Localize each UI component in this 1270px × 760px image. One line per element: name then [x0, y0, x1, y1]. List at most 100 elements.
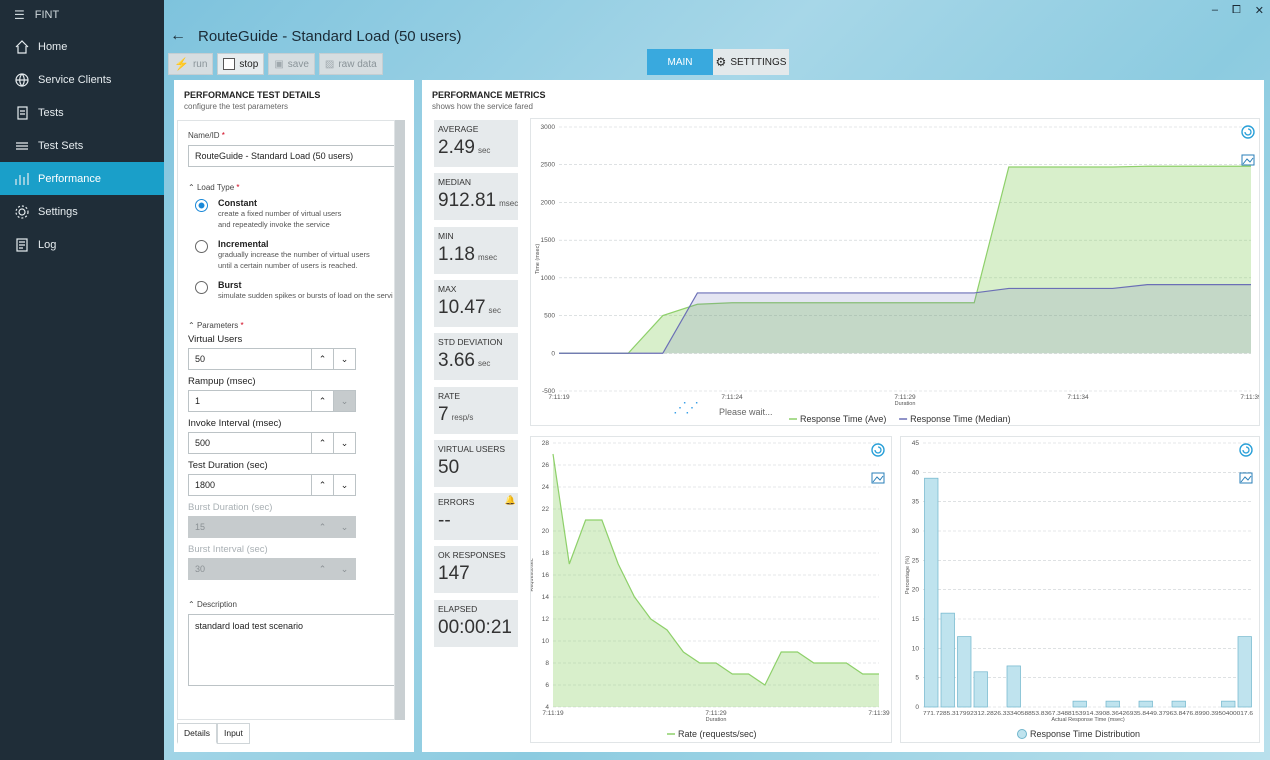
- y-tick-label: 14: [542, 594, 550, 601]
- chevron-up-icon[interactable]: ⌃: [312, 474, 334, 496]
- histogram-bar: [1138, 700, 1153, 708]
- histogram-bar: [1072, 700, 1087, 708]
- back-arrow-icon[interactable]: ←: [170, 27, 186, 45]
- chevron-down-icon[interactable]: ⌄: [334, 474, 356, 496]
- sidebar-item-label: Performance: [38, 172, 101, 185]
- sidebar-item-log[interactable]: Log: [0, 228, 164, 261]
- y-axis-label: Time (msec): [535, 244, 541, 275]
- save-button[interactable]: ▣ save: [268, 53, 315, 75]
- save-icon: ▣: [274, 58, 284, 70]
- minimize-icon[interactable]: –: [1212, 4, 1218, 17]
- run-button[interactable]: ⚡ run: [168, 53, 214, 75]
- distribution-chart-svg: 051015202530354045771.7285.317992312.282…: [905, 440, 1253, 739]
- stat-label: AVERAGE: [438, 124, 479, 134]
- burst-radio[interactable]: [195, 281, 208, 294]
- rampup-stepper[interactable]: 1 ⌃ ⌄: [188, 390, 394, 412]
- tab-settings-label: SETTTINGS: [730, 56, 787, 68]
- y-tick-label: 40: [912, 469, 920, 476]
- stat-label: MEDIAN: [438, 177, 472, 188]
- hamburger-menu-icon[interactable]: ☰: [14, 8, 25, 22]
- chevron-down-icon[interactable]: ⌄: [334, 432, 356, 454]
- x-tick-label: 7:11:19: [542, 710, 564, 717]
- y-tick-label: 10: [912, 645, 920, 652]
- stop-button[interactable]: stop: [217, 53, 265, 75]
- test-duration-input[interactable]: 1800: [188, 474, 312, 496]
- virtual-users-input[interactable]: 50: [188, 348, 312, 370]
- stat-label: ERRORS: [438, 497, 475, 508]
- refresh-icon[interactable]: [1239, 443, 1253, 457]
- maximize-icon[interactable]: ⧠: [1232, 4, 1241, 17]
- distribution-chart: 0 5 10 15 20 25 30 35 40 45 771.7285.317992312.282…: [900, 436, 1260, 743]
- stop-checkbox[interactable]: [223, 58, 236, 70]
- sidebar-item-performance[interactable]: Performance: [0, 162, 164, 195]
- raw-data-button[interactable]: ▨ raw data: [318, 53, 383, 75]
- loading-spinner-icon: ⋰⋰: [673, 399, 699, 415]
- stat-card-median: MEDIAN 912.81 msec: [434, 173, 519, 221]
- sidebar-item-home[interactable]: Home: [0, 30, 164, 63]
- description-textarea[interactable]: standard load test scenario: [188, 614, 394, 686]
- chevron-up-icon[interactable]: ⌃: [312, 348, 334, 370]
- tab-input[interactable]: Input: [216, 723, 250, 744]
- stat-card-ok-responses: OK RESPONSES 147: [434, 546, 518, 594]
- tab-settings[interactable]: ⚙ SETTTINGS: [713, 49, 789, 75]
- x-tick-label: 7:11:34: [1067, 394, 1089, 401]
- sidebar-item-tests[interactable]: Tests: [0, 96, 164, 129]
- chevron-down-icon[interactable]: ⌄: [334, 390, 356, 412]
- load-type-constant[interactable]: Constant create a fixed number of virtua…: [195, 198, 394, 230]
- stat-card-virtual-users: VIRTUAL USERS 50: [434, 439, 518, 487]
- parameters-header[interactable]: ⌃ Parameters *: [188, 321, 394, 330]
- response-time-chart-svg: -5000500100015002000250030007:11:19 7:11:…: [535, 124, 1262, 424]
- incremental-radio[interactable]: [195, 240, 208, 253]
- load-type-header[interactable]: ⌃ Load Type *: [188, 183, 394, 192]
- x-axis-label: Duration: [706, 717, 727, 723]
- virtual-users-stepper[interactable]: 50 ⌃ ⌄: [188, 348, 394, 370]
- export-image-icon[interactable]: [871, 471, 885, 485]
- tab-main[interactable]: MAIN: [647, 49, 713, 75]
- window-controls: – ⧠ ✕: [1212, 4, 1264, 17]
- refresh-icon[interactable]: [1241, 125, 1255, 139]
- histogram-bar: [973, 671, 988, 708]
- histogram-bar: [924, 477, 939, 708]
- sidebar-item-settings[interactable]: Settings: [0, 195, 164, 228]
- bottom-tabs: Details Input: [177, 723, 250, 744]
- load-type-incremental[interactable]: Incremental gradually increase the numbe…: [195, 239, 394, 271]
- y-tick-label: 24: [542, 484, 550, 491]
- stat-value: 912.81 msec: [438, 190, 519, 212]
- invoke-interval-input[interactable]: 500: [188, 432, 312, 454]
- stop-label: stop: [239, 58, 259, 70]
- name-input[interactable]: RouteGuide - Standard Load (50 users): [188, 145, 394, 167]
- stat-label: MIN: [438, 230, 454, 241]
- constant-title: Constant: [218, 198, 257, 208]
- stat-card-rate: RATE 7 resp/s: [434, 386, 518, 434]
- sidebar-item-test-sets[interactable]: Test Sets: [0, 129, 164, 162]
- refresh-icon[interactable]: [871, 443, 885, 457]
- burst-interval-stepper: 30 ⌃ ⌄: [188, 558, 394, 580]
- tab-details[interactable]: Details: [177, 723, 217, 744]
- chevron-up-icon[interactable]: ⌃: [312, 390, 334, 412]
- stat-unit: msec: [477, 252, 498, 262]
- stat-label: STD DEVIATION: [438, 337, 503, 348]
- bell-icon[interactable]: 🔔: [505, 495, 516, 506]
- log-icon: [12, 236, 32, 254]
- legend-swatch: [1017, 729, 1027, 739]
- export-image-icon[interactable]: [1239, 471, 1253, 485]
- rampup-input[interactable]: 1: [188, 390, 312, 412]
- stat-value: 1.18 msec: [438, 243, 498, 265]
- test-duration-stepper[interactable]: 1800 ⌃ ⌄: [188, 474, 394, 496]
- histogram-bar: [940, 612, 955, 708]
- sidebar-item-service-clients[interactable]: Service Clients: [0, 63, 164, 96]
- export-image-icon[interactable]: [1241, 153, 1255, 167]
- home-icon: [12, 38, 32, 56]
- description-header[interactable]: ⌃ Description: [188, 600, 394, 609]
- y-tick-label: 2500: [541, 162, 556, 169]
- close-icon[interactable]: ✕: [1255, 4, 1264, 17]
- form-scrollbar[interactable]: [395, 120, 405, 720]
- y-tick-label: 15: [912, 616, 920, 623]
- burst-desc: simulate sudden spikes or bursts of load…: [218, 291, 393, 300]
- invoke-interval-stepper[interactable]: 500 ⌃ ⌄: [188, 432, 394, 454]
- constant-radio[interactable]: [195, 199, 208, 212]
- chevron-up-icon[interactable]: ⌃: [312, 432, 334, 454]
- load-type-burst[interactable]: Burst simulate sudden spikes or bursts o…: [195, 280, 394, 301]
- raw-data-icon: ▨: [324, 58, 335, 70]
- chevron-down-icon[interactable]: ⌄: [334, 348, 356, 370]
